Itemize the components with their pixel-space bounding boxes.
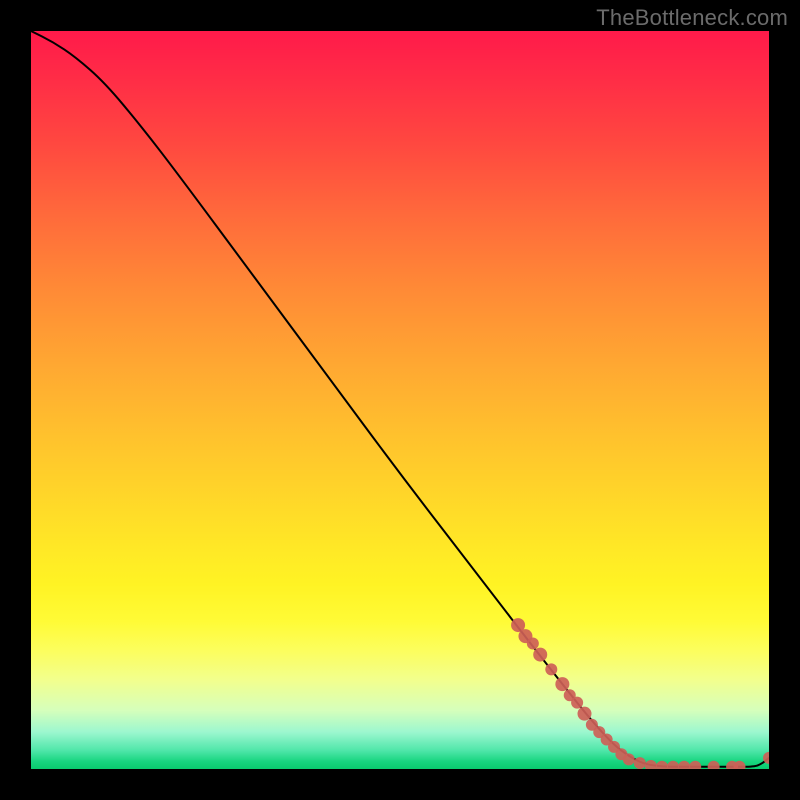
bottleneck-curve	[31, 31, 769, 767]
data-marker	[678, 761, 690, 769]
chart-container: TheBottleneck.com	[0, 0, 800, 800]
data-marker	[708, 761, 720, 769]
data-marker	[689, 761, 701, 769]
data-marker	[555, 677, 569, 691]
watermark-text: TheBottleneck.com	[596, 5, 788, 31]
curve-layer	[31, 31, 769, 769]
plot-area	[31, 31, 769, 769]
data-marker	[571, 697, 583, 709]
data-marker	[634, 757, 646, 769]
data-marker	[667, 761, 679, 769]
data-markers	[511, 618, 769, 769]
data-marker	[578, 707, 592, 721]
data-marker	[533, 648, 547, 662]
data-marker	[623, 753, 635, 765]
data-marker	[527, 638, 539, 650]
data-marker	[545, 663, 557, 675]
data-marker	[656, 761, 668, 769]
data-marker	[645, 760, 657, 769]
